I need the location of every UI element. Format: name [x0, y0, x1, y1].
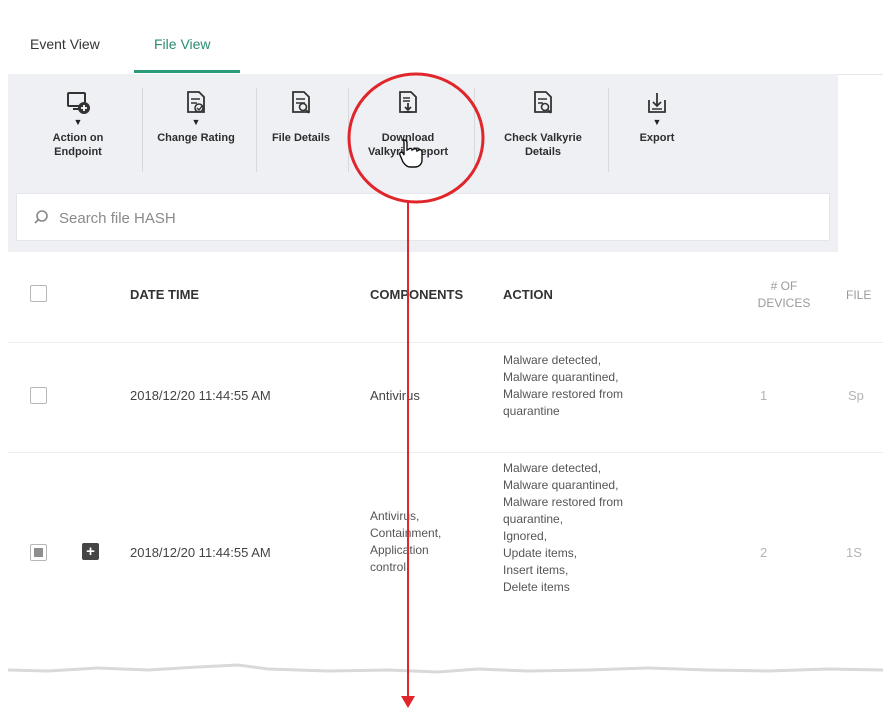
expand-row-icon[interactable]: + [82, 543, 99, 560]
download-valkyrie-report-label: Download Valkyrie Report [367, 132, 449, 158]
row-checkbox[interactable] [30, 544, 47, 561]
chevron-down-icon: ▼ [652, 117, 662, 127]
chevron-down-icon: ▼ [191, 117, 201, 127]
torn-edge [8, 663, 883, 711]
search-box [16, 193, 830, 241]
row-date-time: 2018/12/20 11:44:55 AM [130, 388, 271, 403]
rating-document-icon [187, 91, 205, 113]
search-input[interactable] [57, 206, 761, 230]
column-header-components[interactable]: COMPONENTS [370, 287, 463, 302]
file-details-button[interactable]: File Details [258, 74, 344, 186]
select-all-checkbox[interactable] [30, 285, 47, 302]
chevron-down-icon: ▼ [73, 117, 83, 127]
download-report-icon [399, 91, 417, 113]
action-on-endpoint-button[interactable]: ▼ Action on Endpoint [30, 74, 126, 186]
action-on-endpoint-label: Action on Endpoint [52, 132, 104, 158]
search-icon [34, 210, 48, 224]
download-valkyrie-report-button[interactable]: Download Valkyrie Report [356, 74, 460, 186]
toolbar-divider [256, 88, 257, 172]
row-file: Sp [848, 388, 864, 403]
toolbar-divider [608, 88, 609, 172]
file-view-panel: Event View File View ▼ Action on Endpoint [8, 0, 883, 711]
column-header-file[interactable]: FILE [846, 287, 883, 304]
change-rating-button[interactable]: ▼ Change Rating [148, 74, 244, 186]
export-icon [648, 93, 666, 113]
check-valkyrie-details-button[interactable]: Check Valkyrie Details [488, 74, 598, 186]
file-details-label: File Details [271, 132, 331, 144]
active-tab-indicator [134, 70, 240, 73]
column-header-devices[interactable]: # OF DEVICES [754, 278, 814, 312]
row-devices-count: 1 [760, 388, 768, 403]
view-tabs: Event View File View [8, 0, 883, 75]
row-file: 1S [846, 545, 862, 560]
row-components: Antivirus, Containment, Application cont… [370, 509, 442, 574]
column-header-date-time[interactable]: DATE TIME [130, 287, 199, 302]
row-devices-count: 2 [760, 545, 768, 560]
check-valkyrie-details-label: Check Valkyrie Details [504, 132, 582, 158]
table-row[interactable]: 2018/12/20 11:44:55 AM Antivirus Malware… [8, 342, 883, 453]
column-header-action[interactable]: ACTION [503, 287, 553, 302]
row-action: Malware detected, Malware quarantined, M… [503, 353, 624, 418]
row-action: Malware detected, Malware quarantined, M… [503, 461, 624, 594]
table-header: DATE TIME COMPONENTS ACTION # OF DEVICES… [8, 252, 883, 342]
file-details-icon [292, 91, 310, 114]
row-checkbox[interactable] [30, 387, 47, 404]
table-row[interactable]: + 2018/12/20 11:44:55 AM Antivirus, Cont… [8, 452, 883, 643]
tab-event-view[interactable]: Event View [30, 36, 100, 52]
check-details-icon [534, 91, 552, 114]
toolbar-divider [348, 88, 349, 172]
export-label: Export [639, 132, 675, 144]
toolbar-divider [142, 88, 143, 172]
endpoint-add-icon [67, 92, 90, 114]
row-components: Antivirus [370, 388, 420, 403]
row-date-time: 2018/12/20 11:44:55 AM [130, 545, 271, 560]
change-rating-label: Change Rating [157, 132, 235, 144]
tab-file-view[interactable]: File View [154, 36, 211, 52]
toolbar-divider [474, 88, 475, 172]
export-button[interactable]: ▼ Export [614, 74, 700, 186]
toolbar: ▼ Action on Endpoint ▼ Change Rating Fil… [8, 74, 838, 186]
